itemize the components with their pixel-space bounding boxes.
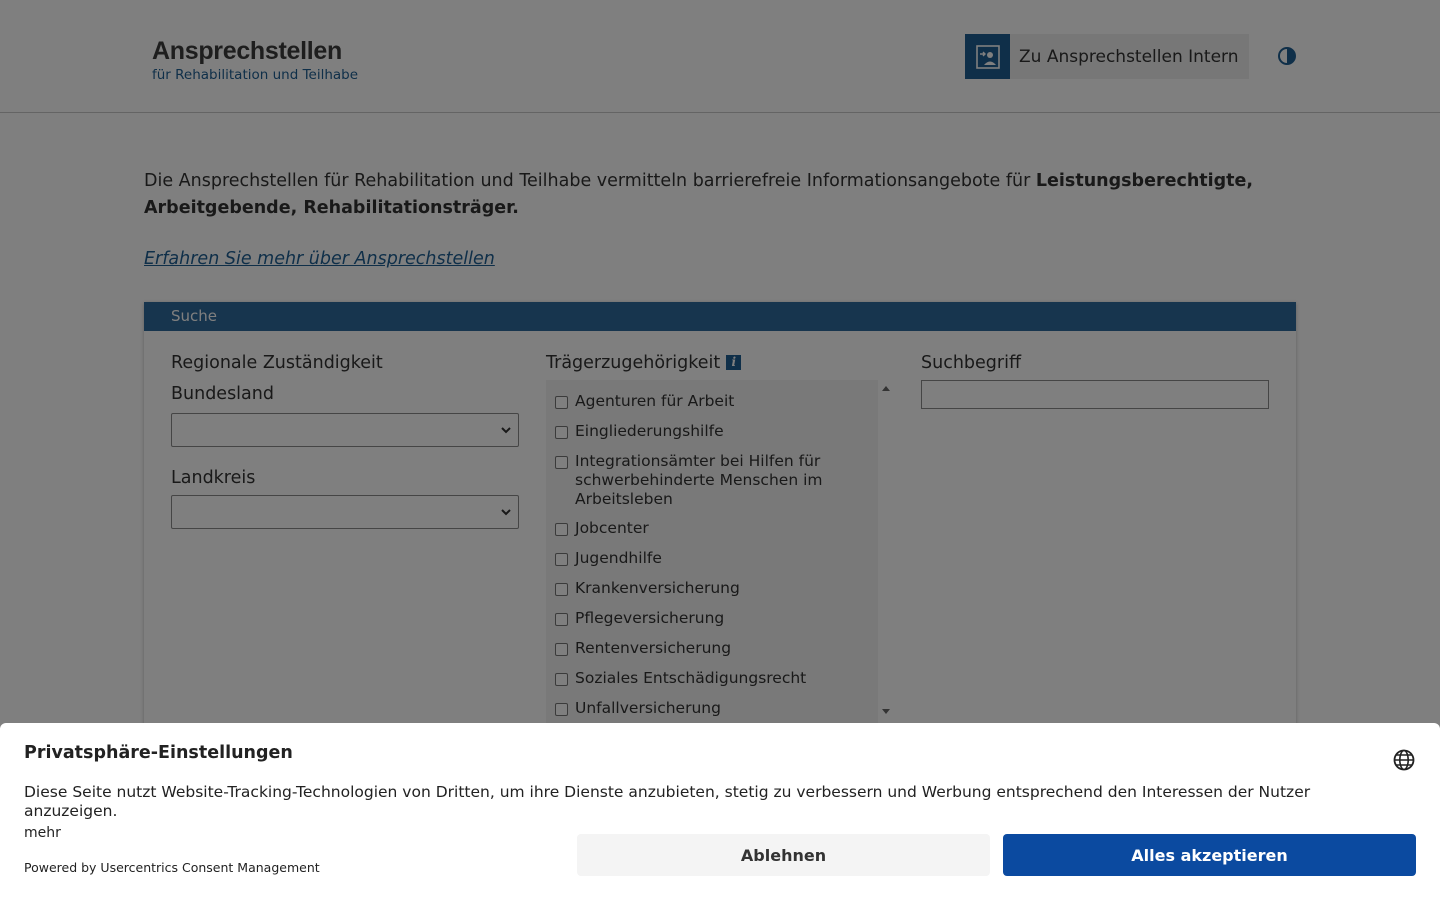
powered-by-text: Powered by Usercentrics Consent Manageme… (24, 860, 320, 875)
consent-title: Privatsphäre-Einstellungen (24, 743, 293, 763)
consent-more-link[interactable]: mehr (24, 825, 61, 841)
reject-button[interactable]: Ablehnen (577, 834, 990, 876)
consent-banner: Privatsphäre-Einstellungen Diese Seite n… (0, 723, 1440, 900)
consent-text: Diese Seite nutzt Website-Tracking-Techn… (24, 783, 1311, 820)
accept-all-button[interactable]: Alles akzeptieren (1003, 834, 1416, 876)
language-globe-icon[interactable] (1393, 749, 1415, 771)
